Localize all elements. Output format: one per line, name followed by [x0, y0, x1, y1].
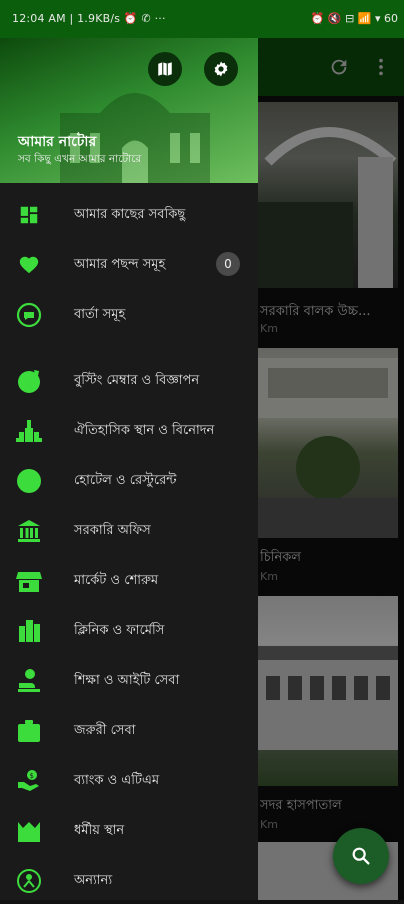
- chat-icon: [15, 301, 43, 329]
- menu-item-label: বার্তা সমূহ: [74, 307, 126, 322]
- rocket-icon: [15, 367, 43, 395]
- menu-item-education[interactable]: শিক্ষা ও আইটি সেবা: [0, 656, 258, 704]
- clinic-icon: [15, 617, 43, 645]
- menu-item-emergency[interactable]: জরুরী সেবা: [0, 706, 258, 754]
- heart-icon: [15, 251, 43, 279]
- map-button[interactable]: [148, 52, 182, 86]
- map-icon: [156, 60, 174, 78]
- store-icon: [15, 567, 43, 595]
- menu-item-label: মার্কেট ও শোরুম: [74, 573, 159, 588]
- government-icon: [15, 517, 43, 545]
- menu-item-others[interactable]: অন্যান্য: [0, 856, 258, 904]
- menu-item-label: জরুরী সেবা: [74, 723, 136, 738]
- menu-item-label: আমার কাছের সবকিছু: [74, 207, 186, 222]
- menu-item-label: হোটেল ও রেস্টুরেন্ট: [74, 473, 177, 488]
- gear-icon: [212, 60, 230, 78]
- emergency-icon: [15, 717, 43, 745]
- menu-item-government[interactable]: সরকারি অফিস: [0, 506, 258, 554]
- hotel-icon: [15, 467, 43, 495]
- search-fab[interactable]: [333, 828, 389, 884]
- menu-item-hotel[interactable]: হোটেল ও রেস্টুরেন্ট: [0, 456, 258, 504]
- menu-item-label: ব্যাংক ও এটিএম: [74, 773, 160, 788]
- app-tagline: সব কিছু এখন আমার নাটোরে: [18, 153, 142, 165]
- menu-item-label: ঐতিহাসিক স্থান ও বিনোদন: [74, 423, 215, 438]
- menu-item-boosting[interactable]: বুস্টিং মেম্বার ও বিজ্ঞাপন: [0, 356, 258, 404]
- dashboard-icon: [15, 201, 43, 229]
- navigation-drawer: আমার নাটোর সব কিছু এখন আমার নাটোরে আমার …: [0, 38, 258, 900]
- status-left: 12:04 AM | 1.9KB/s ⏰ ✆ ···: [12, 12, 166, 25]
- menu-item-nearby[interactable]: আমার কাছের সবকিছু: [0, 190, 258, 238]
- education-icon: [15, 667, 43, 695]
- menu-item-label: অন্যান্য: [74, 873, 113, 888]
- drawer-scrim[interactable]: [258, 38, 404, 900]
- menu-item-market[interactable]: মার্কেট ও শোরুম: [0, 556, 258, 604]
- drawer-header: আমার নাটোর সব কিছু এখন আমার নাটোরে: [0, 38, 258, 183]
- svg-text:$: $: [30, 772, 34, 780]
- settings-button[interactable]: [204, 52, 238, 86]
- menu-item-label: বুস্টিং মেম্বার ও বিজ্ঞাপন: [74, 373, 200, 388]
- menu-item-clinic[interactable]: ক্লিনিক ও ফার্মেসি: [0, 606, 258, 654]
- menu-item-historical[interactable]: ঐতিহাসিক স্থান ও বিনোদন: [0, 406, 258, 454]
- mosque-icon: [15, 817, 43, 845]
- other-icon: [15, 867, 43, 895]
- status-bar: 12:04 AM | 1.9KB/s ⏰ ✆ ··· ⏰ 🔇 ⊟ 📶 ▾ 60: [0, 0, 404, 38]
- menu-item-label: শিক্ষা ও আইটি সেবা: [74, 673, 180, 688]
- menu-item-favorites[interactable]: আমার পছন্দ সমূহ 0: [0, 240, 258, 288]
- menu-item-religious[interactable]: ধর্মীয় স্থান: [0, 806, 258, 854]
- bank-icon: $: [15, 767, 43, 795]
- menu-item-label: সরকারি অফিস: [74, 523, 151, 538]
- menu-item-label: ধর্মীয় স্থান: [74, 823, 125, 838]
- menu-item-bank[interactable]: $ ব্যাংক ও এটিএম: [0, 756, 258, 804]
- status-right: ⏰ 🔇 ⊟ 📶 ▾ 60: [310, 12, 398, 25]
- menu-item-messages[interactable]: বার্তা সমূহ: [0, 290, 258, 338]
- app-title: আমার নাটোর: [18, 134, 97, 150]
- menu-item-label: ক্লিনিক ও ফার্মেসি: [74, 623, 165, 638]
- favorites-count-badge: 0: [216, 252, 240, 276]
- menu-item-label: আমার পছন্দ সমূহ: [74, 257, 166, 272]
- search-icon: [350, 845, 372, 867]
- monument-icon: [15, 417, 43, 445]
